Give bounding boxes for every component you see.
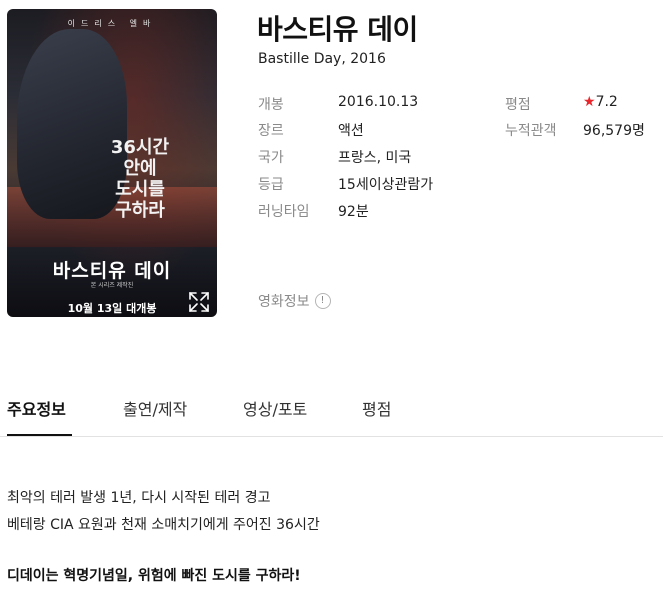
country-label: 국가 [258, 150, 284, 166]
synopsis-line-2: 베테랑 CIA 요원과 천재 소매치기에게 주어진 36시간 [7, 517, 320, 533]
expand-icon[interactable] [187, 290, 211, 314]
tab-bar: 주요정보 출연/제작 영상/포토 평점 [0, 396, 663, 437]
poster-subtitle: 본 시리즈 제작진 [90, 282, 134, 289]
audience-value: 96,579명 [583, 123, 645, 139]
poster-release: 10월 13일 대개봉 [67, 302, 157, 315]
rating-value-group: ★7.2 [583, 94, 618, 110]
movie-info-label: 영화정보 [258, 294, 310, 310]
tab-video-photo[interactable]: 영상/포토 [243, 396, 307, 420]
movie-original-title: Bastille Day, 2016 [258, 51, 386, 67]
tab-reviews[interactable]: 평점 [362, 396, 391, 420]
movie-poster[interactable]: 이드리스 엘바 36시간 안에 도시를 구하라 바스티유 데이 본 시리즈 제작… [7, 9, 217, 317]
info-icon: ! [314, 293, 331, 309]
audience-label: 누적관객 [505, 123, 557, 139]
release-date-label: 개봉 [258, 97, 284, 113]
tab-main-info[interactable]: 주요정보 [7, 396, 66, 420]
age-rating-value: 15세이상관람가 [338, 177, 434, 193]
rating-value: 7.2 [595, 94, 618, 110]
poster-actor-names: 이드리스 엘바 [67, 19, 157, 28]
runtime-value: 92분 [338, 204, 369, 220]
star-icon: ★ [583, 94, 596, 110]
poster-title: 바스티유 데이 [52, 260, 172, 282]
poster-tagline: 36시간 안에 도시를 구하라 [110, 137, 170, 221]
movie-title: 바스티유 데이 [257, 13, 418, 46]
release-date-value: 2016.10.13 [338, 94, 419, 110]
age-rating-label: 등급 [258, 177, 284, 193]
runtime-label: 러닝타임 [258, 204, 310, 220]
country-value: 프랑스, 미국 [338, 150, 412, 166]
synopsis-headline: 디데이는 혁명기념일, 위험에 빠진 도시를 구하라! [7, 568, 301, 584]
synopsis-line-1: 최악의 테러 발생 1년, 다시 시작된 테러 경고 [7, 490, 271, 506]
tab-cast-crew[interactable]: 출연/제작 [123, 396, 187, 420]
genre-value: 액션 [338, 123, 364, 139]
movie-info-link[interactable]: 영화정보 ! [258, 291, 331, 311]
genre-label: 장르 [258, 123, 284, 139]
active-tab-indicator [7, 434, 72, 436]
rating-label: 평점 [505, 97, 531, 113]
